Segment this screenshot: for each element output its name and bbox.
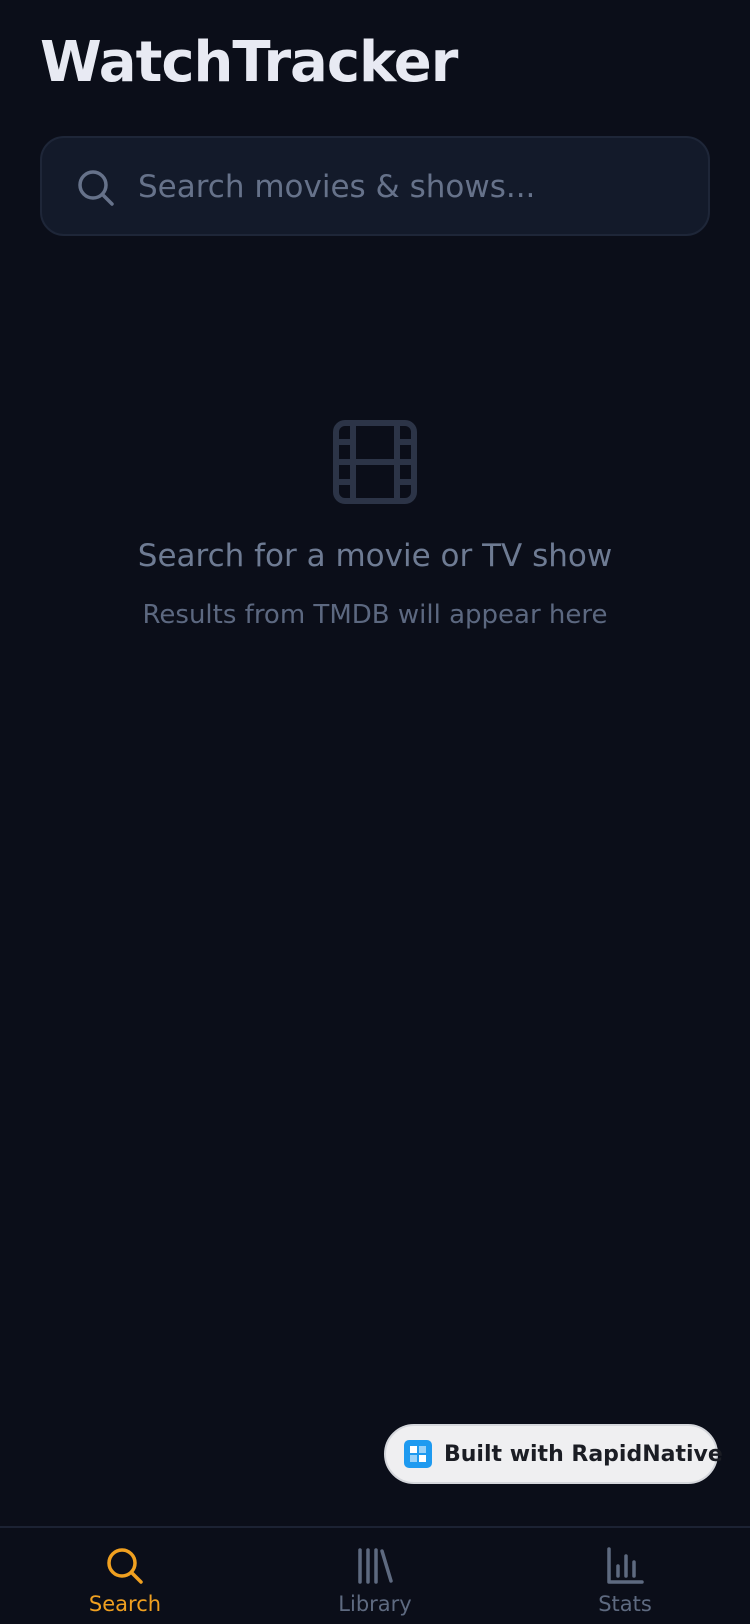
bottom-tab-bar: Search Library Stats bbox=[0, 1526, 750, 1624]
badge-label: Built with RapidNative bbox=[444, 1441, 723, 1467]
built-with-badge[interactable]: Built with RapidNative bbox=[384, 1424, 723, 1484]
tab-stats[interactable]: Stats bbox=[500, 1528, 750, 1624]
search-bar[interactable] bbox=[40, 136, 710, 236]
page-title: WatchTracker bbox=[40, 30, 458, 95]
search-icon bbox=[107, 1548, 143, 1584]
tab-label: Library bbox=[338, 1592, 412, 1616]
tab-search[interactable]: Search bbox=[0, 1528, 250, 1624]
empty-state-title: Search for a movie or TV show bbox=[137, 538, 613, 574]
app-screen: WatchTracker Search for a movie or TV sh… bbox=[0, 0, 750, 1624]
library-icon bbox=[358, 1548, 393, 1584]
search-input[interactable] bbox=[138, 158, 688, 216]
empty-state-subtitle: Results from TMDB will appear here bbox=[142, 600, 608, 630]
search-icon bbox=[78, 170, 114, 206]
bar-chart-icon bbox=[607, 1547, 644, 1584]
film-icon bbox=[333, 420, 417, 504]
tab-library[interactable]: Library bbox=[250, 1528, 500, 1624]
tab-label: Stats bbox=[598, 1592, 652, 1616]
tab-label: Search bbox=[88, 1592, 162, 1616]
rapidnative-logo-icon bbox=[404, 1440, 432, 1468]
empty-state: Search for a movie or TV show Results fr… bbox=[0, 420, 750, 630]
